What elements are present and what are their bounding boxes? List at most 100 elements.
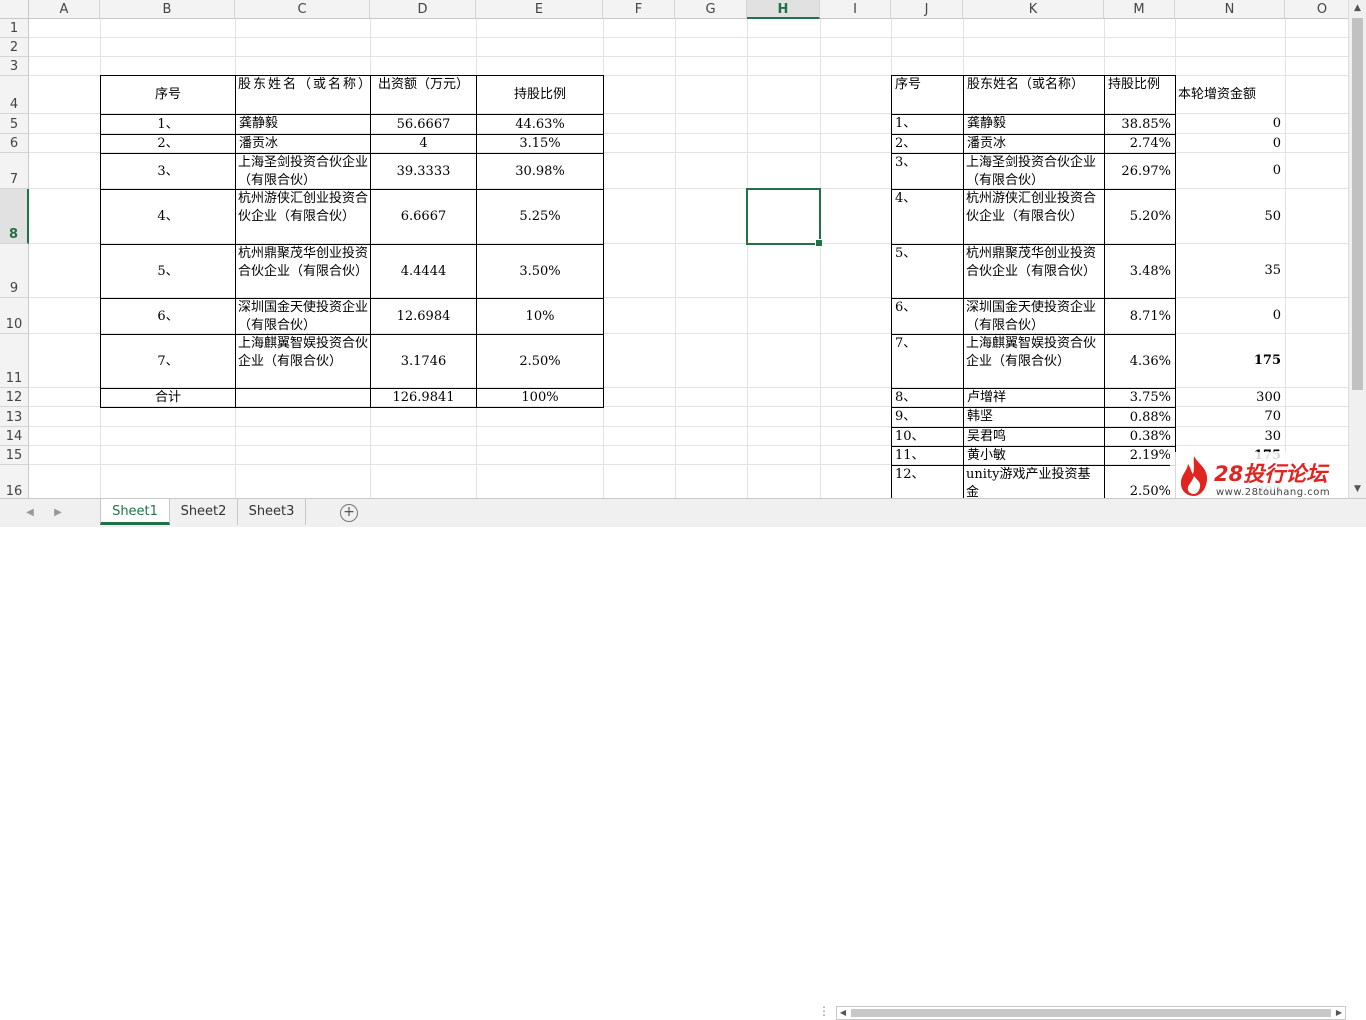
table-cell[interactable]: 3.48% (1104, 244, 1176, 298)
table-cell[interactable]: 175 (1176, 334, 1285, 388)
table-cell[interactable]: 2、 (100, 134, 235, 153)
table-cell[interactable]: 杭州鼎聚茂华创业投资合伙企业（有限合伙） (235, 244, 370, 298)
select-all-corner[interactable] (0, 0, 29, 19)
header-cell[interactable]: 序号 (100, 75, 235, 114)
header-cell[interactable]: 股东姓名（或名称） (235, 75, 370, 114)
scroll-left-icon[interactable]: ◀ (837, 1007, 849, 1019)
table-cell[interactable]: 8.71% (1104, 298, 1176, 334)
table-cell[interactable]: 2.19% (1104, 446, 1176, 465)
table-cell[interactable]: 3.75% (1104, 388, 1176, 407)
table-cell[interactable]: 5.20% (1104, 189, 1176, 244)
row-header-1[interactable]: 1 (0, 19, 29, 38)
table-cell[interactable]: 潘贡冰 (235, 134, 370, 153)
table-cell[interactable]: 龚静毅 (235, 114, 370, 134)
table-cell[interactable]: 30 (1176, 427, 1285, 446)
table-cell[interactable]: 4.36% (1104, 334, 1176, 388)
row-header-2[interactable]: 2 (0, 38, 29, 57)
table-cell[interactable]: 12、 (891, 465, 963, 498)
col-header-a[interactable]: A (29, 0, 100, 19)
scroll-down-icon[interactable]: ▼ (1349, 481, 1366, 498)
table-cell[interactable]: unity游戏产业投资基金 (963, 465, 1104, 498)
table-cell[interactable]: 44.63% (476, 114, 604, 134)
row-header-7[interactable]: 7 (0, 153, 29, 189)
table-cell[interactable]: 7、 (891, 334, 963, 388)
table-cell[interactable]: 5、 (100, 244, 235, 298)
col-header-h[interactable]: H (747, 0, 820, 19)
col-header-d[interactable]: D (370, 0, 476, 19)
table-cell[interactable]: 3.50% (476, 244, 604, 298)
header-cell[interactable]: 股东姓名（或名称） (963, 75, 1104, 114)
vertical-scrollbar[interactable]: ▲ ▼ (1348, 0, 1366, 498)
fill-handle[interactable] (815, 239, 823, 247)
table-cell[interactable]: 0 (1176, 153, 1285, 189)
col-header-c[interactable]: C (235, 0, 370, 19)
table-cell[interactable]: 韩坚 (963, 407, 1104, 427)
table-cell[interactable]: 10% (476, 298, 604, 334)
row-header-8[interactable]: 8 (0, 189, 29, 244)
row-header-4[interactable]: 4 (0, 76, 29, 114)
table-cell[interactable]: 黄小敏 (963, 446, 1104, 465)
table-cell[interactable]: 4.4444 (370, 244, 476, 298)
table-cell[interactable]: 10、 (891, 427, 963, 446)
spreadsheet-grid[interactable]: A B C D E F G H I J K M N O 1 2 3 4 5 6 … (0, 0, 1348, 498)
row-header-16[interactable]: 16 (0, 465, 29, 498)
header-cell[interactable]: 出资额（万元） (370, 75, 476, 114)
col-header-b[interactable]: B (100, 0, 235, 19)
col-header-o[interactable]: O (1285, 0, 1348, 19)
table-cell[interactable]: 30.98% (476, 153, 604, 189)
table-cell[interactable]: 0 (1176, 114, 1285, 134)
table-cell[interactable]: 3.1746 (370, 334, 476, 388)
col-header-g[interactable]: G (675, 0, 747, 19)
row-header-11[interactable]: 11 (0, 334, 29, 388)
table-cell[interactable]: 56.6667 (370, 114, 476, 134)
table-cell[interactable]: 卢增祥 (963, 388, 1104, 407)
table-cell[interactable]: 39.3333 (370, 153, 476, 189)
table-cell[interactable]: 4、 (100, 189, 235, 244)
header-cell[interactable]: 持股比例 (476, 75, 604, 114)
table-cell[interactable]: 8、 (891, 388, 963, 407)
table-cell[interactable]: 11、 (891, 446, 963, 465)
header-cell[interactable]: 序号 (891, 75, 963, 114)
horizontal-scroll-thumb[interactable] (851, 1009, 1331, 1017)
table-cell[interactable]: 5.25% (476, 189, 604, 244)
table-cell[interactable]: 300 (1176, 388, 1285, 407)
tab-sheet2[interactable]: Sheet2 (170, 499, 238, 525)
table-cell[interactable]: 6、 (100, 298, 235, 334)
row-header-6[interactable]: 6 (0, 134, 29, 153)
prev-sheet-icon[interactable]: ◀ (22, 505, 38, 521)
table-cell[interactable]: 26.97% (1104, 153, 1176, 189)
total-amount[interactable]: 126.9841 (370, 388, 476, 408)
table-cell[interactable]: 3、 (891, 153, 963, 189)
table-cell[interactable]: 4 (370, 134, 476, 153)
row-header-10[interactable]: 10 (0, 298, 29, 334)
table-cell[interactable]: 上海麒翼智娱投资合伙企业（有限合伙） (235, 334, 370, 388)
table-cell[interactable]: 50 (1176, 189, 1285, 244)
table-cell[interactable]: 0.38% (1104, 427, 1176, 446)
add-sheet-button[interactable]: + (340, 504, 358, 522)
table-cell[interactable]: 上海麒翼智娱投资合伙企业（有限合伙） (963, 334, 1104, 388)
table-cell[interactable]: 1、 (891, 114, 963, 134)
scroll-up-icon[interactable]: ▲ (1349, 0, 1366, 17)
table-cell[interactable]: 38.85% (1104, 114, 1176, 134)
col-header-j[interactable]: J (891, 0, 963, 19)
table-cell[interactable]: 深圳国金天使投资企业（有限合伙） (235, 298, 370, 334)
more-icon[interactable]: ⋮ (818, 1004, 830, 1018)
row-header-5[interactable]: 5 (0, 114, 29, 134)
horizontal-scrollbar[interactable]: ◀ ▶ (836, 1006, 1346, 1020)
table-cell[interactable]: 杭州游侠汇创业投资合伙企业（有限合伙） (963, 189, 1104, 244)
table-cell[interactable]: 吴君鸣 (963, 427, 1104, 446)
table-cell[interactable]: 上海圣剑投资合伙企业（有限合伙） (963, 153, 1104, 189)
col-header-k[interactable]: K (963, 0, 1104, 19)
table-cell[interactable]: 35 (1176, 244, 1285, 298)
total-label[interactable]: 合计 (100, 388, 235, 408)
table-cell[interactable]: 2.50% (1104, 465, 1176, 498)
table-cell[interactable]: 3、 (100, 153, 235, 189)
row-header-14[interactable]: 14 (0, 427, 29, 446)
table-cell[interactable]: 12.6984 (370, 298, 476, 334)
table-cell[interactable]: 杭州游侠汇创业投资合伙企业（有限合伙） (235, 189, 370, 244)
table-cell[interactable]: 2.74% (1104, 134, 1176, 153)
table-cell[interactable]: 2、 (891, 134, 963, 153)
table-cell[interactable]: 6.6667 (370, 189, 476, 244)
header-cell[interactable]: 本轮增资金额 (1176, 86, 1286, 108)
row-header-15[interactable]: 15 (0, 446, 29, 465)
